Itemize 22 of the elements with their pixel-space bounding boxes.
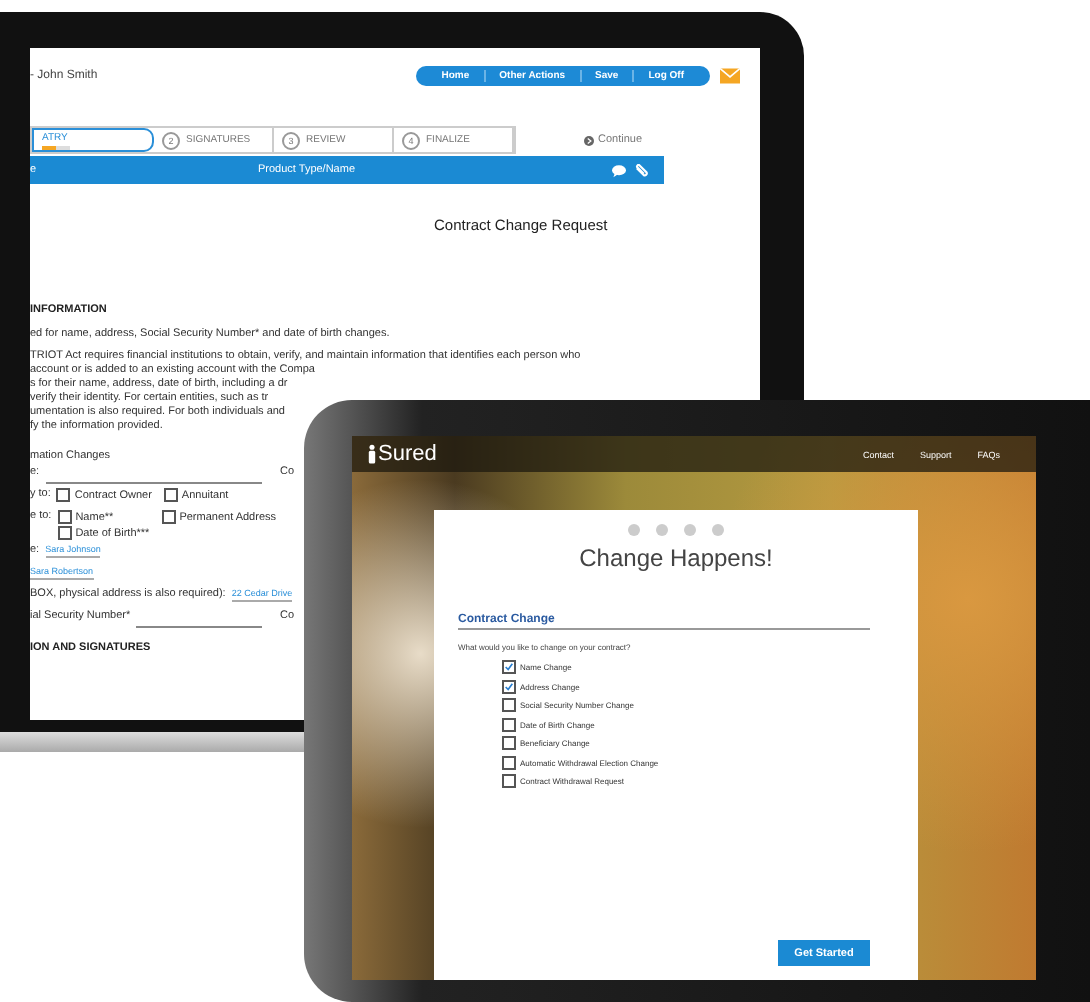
step-dot	[628, 524, 640, 536]
checkbox[interactable]	[502, 774, 516, 788]
logo-text: Sured	[378, 442, 437, 466]
checkbox[interactable]	[502, 698, 516, 712]
step-dot	[656, 524, 668, 536]
step-dot	[712, 524, 724, 536]
checkbox[interactable]	[502, 717, 516, 731]
logo-icon	[368, 444, 376, 464]
checkbox[interactable]	[163, 488, 178, 502]
chat-bubble-icon[interactable]	[612, 163, 626, 177]
arrow-circle-icon[interactable]	[584, 135, 594, 145]
checkbox[interactable]	[502, 660, 516, 674]
paperclip-icon[interactable]	[634, 163, 648, 177]
page-title: Change Happens!	[577, 544, 775, 572]
checkbox[interactable]	[502, 736, 516, 750]
checkbox[interactable]	[502, 755, 516, 769]
checkbox[interactable]	[161, 510, 176, 524]
checkbox[interactable]	[57, 526, 72, 540]
checkbox[interactable]	[502, 679, 516, 693]
checkbox[interactable]	[56, 488, 71, 502]
step-dot	[684, 524, 696, 536]
checkbox[interactable]	[57, 510, 72, 524]
